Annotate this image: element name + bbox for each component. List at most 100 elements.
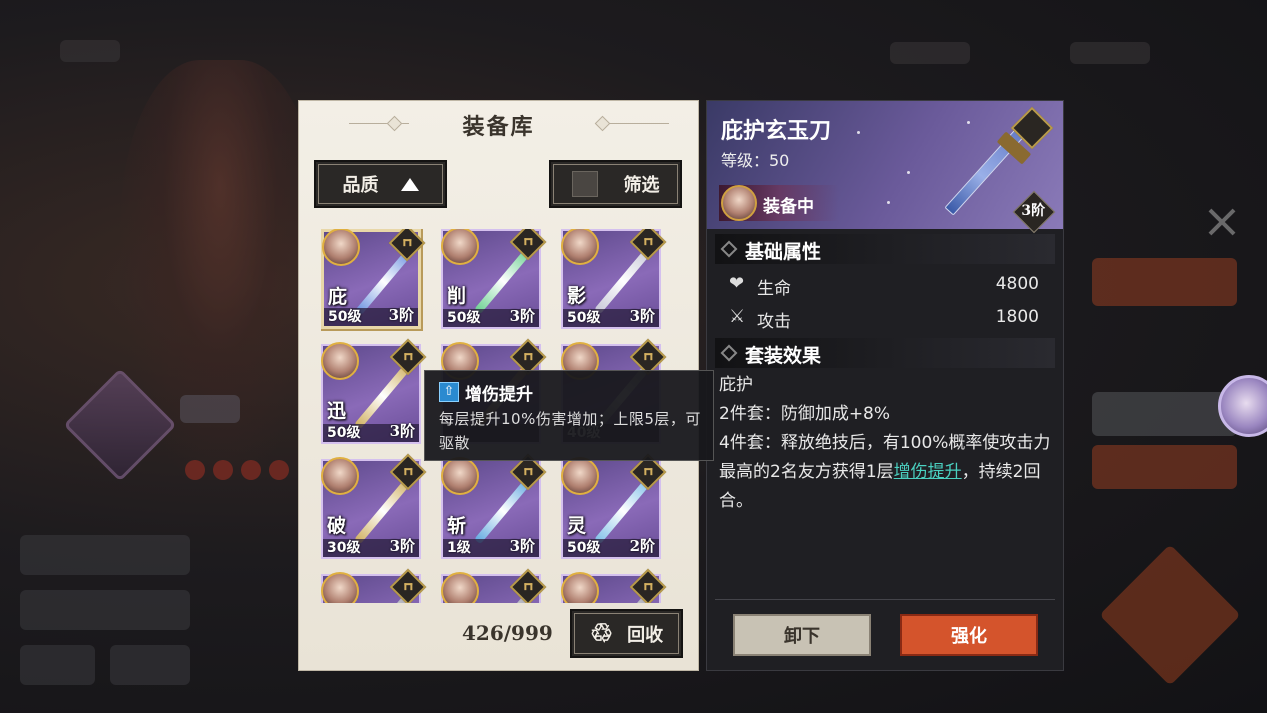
equipment-card[interactable]: 迅 50级 3阶 [321,338,427,444]
background-menu-row [110,645,190,685]
enhance-button[interactable]: 强化 [900,614,1038,656]
stat-label: 生命 [757,279,791,299]
filter-label: 筛选 [623,175,660,196]
equipment-tier-label: 2阶 [629,537,655,555]
equipment-level-label: 50级 [327,425,361,441]
set-effect-title: 套装效果 [745,345,822,367]
tooltip-description: 每层提升10%伤害增加；上限5层，可驱散 [439,410,701,452]
background-menu-row [20,535,190,575]
stat-value: 4800 [995,274,1039,294]
lock-icon [389,453,427,491]
equipped-badge: 装备中 [719,185,839,221]
tooltip-title: 增伤提升 [465,385,533,405]
stat-label: 攻击 [757,312,791,332]
avatar [441,457,479,495]
background-menu-row [20,645,95,685]
background-star-icon [185,460,205,480]
lock-icon [509,229,547,261]
avatar [561,457,599,495]
sparkle [887,201,890,204]
avatar [321,457,359,495]
set-4-bonus: 4件套：释放绝技后，有100%概率使攻击力最高的2名友方获得1层增伤提升，持续2… [719,429,1057,516]
base-attributes-header: 基础属性 [715,234,1055,264]
background-menu-row [20,590,190,630]
avatar [441,229,479,265]
background-tab [60,40,120,62]
filter-checkbox-icon [571,171,598,197]
equipment-name: 庇护玄玉刀 [721,118,832,144]
equipment-level-label: 50级 [328,309,362,325]
equipment-card[interactable]: 斩 1级 3阶 [441,453,547,559]
heart-icon: ❤ [729,273,745,294]
avatar [441,572,479,603]
equipment-card[interactable] [441,568,547,603]
equipment-level-label: 50级 [447,310,481,326]
recycle-icon: ♲ [589,618,614,649]
title-divider [609,123,669,124]
unequip-button[interactable]: 卸下 [733,614,871,656]
stat-value: 1800 [995,307,1039,327]
set-effect-text: 庇护 2件套：防御加成+8% 4件套：释放绝技后，有100%概率使攻击力最高的2… [719,371,1057,601]
lock-icon [388,229,426,262]
equipment-card[interactable]: 削 50级 3阶 [441,229,547,329]
panel-title: 装备库 [462,114,535,140]
avatar [321,342,359,380]
stat-hp: ❤ 生命 4800 [729,272,1039,299]
equipment-card[interactable] [321,568,427,603]
buff-icon: ⇧ [439,382,459,402]
avatar [561,229,599,265]
buff-link[interactable]: 增伤提升 [894,462,962,482]
equipped-label: 装备中 [763,197,814,217]
background-star-icon [269,460,289,480]
recycle-button[interactable]: ♲ 回收 [570,609,683,658]
avatar [321,572,359,603]
background-button [1092,392,1237,436]
equipment-level-label: 50级 [567,310,601,326]
lock-icon [389,568,427,603]
equipment-level-label: 1级 [447,540,471,556]
avatar [721,185,757,221]
avatar [322,229,360,266]
sparkle [967,121,970,124]
equipment-tier-label: 3阶 [388,306,414,324]
section-diamond-icon [720,344,738,362]
recycle-label: 回收 [627,624,664,646]
close-icon[interactable] [1205,205,1239,239]
background-name-plate [180,395,240,423]
filter-button[interactable]: 筛选 [549,160,682,208]
stat-attack: ⚔ 攻击 1800 [729,305,1039,332]
equipment-tier-label: 3阶 [629,307,655,325]
equipment-card[interactable]: 破 30级 3阶 [321,453,427,559]
lock-icon [629,229,667,261]
base-attributes-title: 基础属性 [745,241,822,263]
background-tab [890,42,970,64]
equipment-short-name: 斩 [447,515,467,537]
equipment-short-name: 影 [567,285,587,307]
equipment-card[interactable]: 庇 50级 3阶 [321,229,426,329]
equipment-short-name: 庇 [328,286,348,308]
divider [715,599,1055,600]
equipment-short-name: 灵 [567,515,587,537]
equipment-tier-label: 3阶 [509,307,535,325]
background-button [1092,258,1237,306]
equipment-card[interactable] [561,568,667,603]
sort-ascending-icon [400,177,419,191]
lock-icon [629,568,667,603]
quality-sort-button[interactable]: 品质 [314,160,447,208]
background-emblem [1099,544,1241,686]
set-2-bonus: 2件套：防御加成+8% [719,404,891,424]
equipment-header: 庇护玄玉刀 等级：50 装备中 3阶 [707,101,1063,234]
equipment-card[interactable]: 影 50级 3阶 [561,229,667,329]
section-diamond-icon [720,240,738,258]
sparkle [907,171,910,174]
equipment-level-label: 30级 [327,540,361,556]
equipment-card[interactable]: 灵 50级 2阶 [561,453,667,559]
tier-label: 3阶 [1021,202,1046,219]
equipment-level-label: 50级 [567,540,601,556]
buff-tooltip: ⇧ 增伤提升 每层提升10%伤害增加；上限5层，可驱散 [424,370,714,461]
quality-sort-label: 品质 [342,175,379,196]
equipment-tier-label: 3阶 [389,537,415,555]
tier-badge: 3阶 [1012,190,1056,234]
avatar [561,572,599,603]
background-star-icon [241,460,261,480]
